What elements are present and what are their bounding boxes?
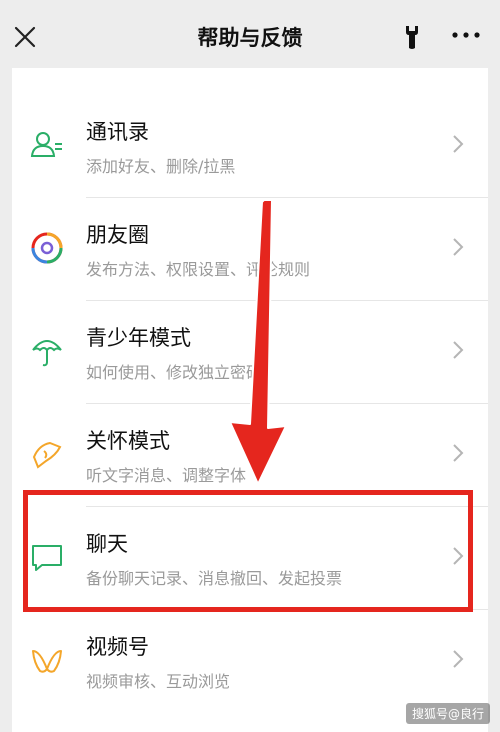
- watermark: 搜狐号@良行: [405, 703, 490, 724]
- care-hand-icon: [32, 441, 62, 469]
- chevron-right-icon: [453, 444, 464, 462]
- item-label: 关怀模式: [86, 429, 170, 453]
- list-item-channels[interactable]: 视频号 视频审核、互动浏览: [12, 609, 488, 712]
- chevron-right-icon: [453, 650, 464, 668]
- item-label: 通讯录: [86, 120, 149, 144]
- channels-icon: [32, 650, 62, 673]
- list-item-contacts[interactable]: 通讯录 添加好友、删除/拉黑: [12, 94, 488, 197]
- annotation-arrow: [229, 199, 287, 485]
- contacts-icon: [30, 132, 62, 157]
- chevron-right-icon: [453, 238, 464, 256]
- moments-icon: [31, 232, 63, 264]
- wrench-icon[interactable]: [401, 24, 423, 50]
- chevron-right-icon: [453, 135, 464, 153]
- item-description: 听文字消息、调整字体: [86, 466, 247, 485]
- umbrella-icon: [32, 340, 62, 367]
- top-bar: 帮助与反馈: [0, 0, 500, 68]
- chevron-right-icon: [453, 341, 464, 359]
- item-label: 青少年模式: [86, 326, 191, 350]
- more-options-icon[interactable]: [451, 30, 481, 40]
- item-description: 添加好友、删除/拉黑: [86, 157, 236, 176]
- annotation-highlight-box: [23, 490, 473, 612]
- item-label: 视频号: [86, 635, 149, 659]
- item-label: 朋友圈: [86, 223, 149, 247]
- item-description: 视频审核、互动浏览: [86, 672, 231, 691]
- page-title: 帮助与反馈: [197, 26, 303, 50]
